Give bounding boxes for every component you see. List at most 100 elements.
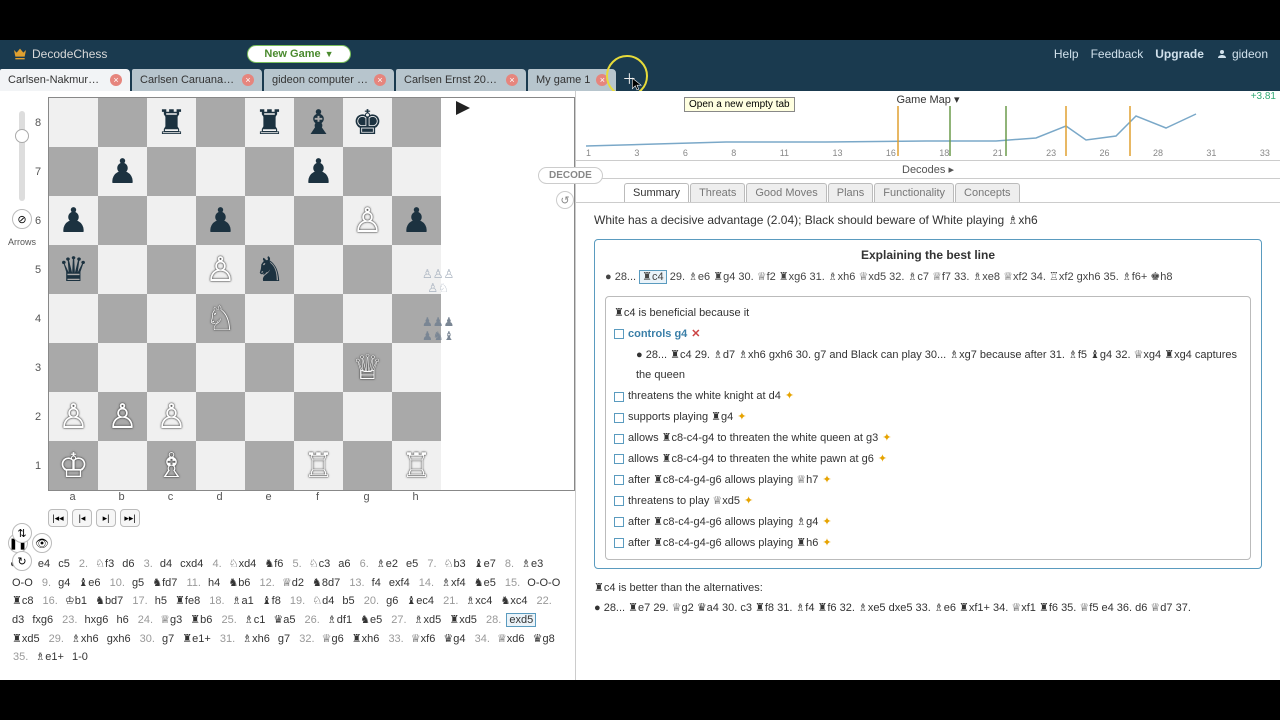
explain-bullet[interactable]: after ♜c8-c4-g4-g6 allows playing ♕h7 ✦: [614, 470, 1242, 491]
square-f8[interactable]: ♝: [294, 98, 343, 147]
analysis-tab-threats[interactable]: Threats: [690, 183, 745, 202]
square-b7[interactable]: ♟: [98, 147, 147, 196]
upgrade-link[interactable]: Upgrade: [1155, 47, 1204, 61]
square-d6[interactable]: ♟: [196, 196, 245, 245]
explain-bullet[interactable]: supports playing ♜g4 ✦: [614, 407, 1242, 428]
square-c5[interactable]: [147, 245, 196, 294]
close-icon[interactable]: ×: [242, 74, 254, 86]
square-a6[interactable]: ♟6: [49, 196, 98, 245]
game-tab[interactable]: gideon computer 2018...×: [264, 69, 394, 91]
square-d7[interactable]: [196, 147, 245, 196]
decodes-header[interactable]: Decodes ▸: [576, 161, 1280, 179]
square-b3[interactable]: [98, 343, 147, 392]
square-f6[interactable]: [294, 196, 343, 245]
analysis-tab-functionality[interactable]: Functionality: [874, 183, 954, 202]
square-a7[interactable]: 7: [49, 147, 98, 196]
square-g7[interactable]: [343, 147, 392, 196]
square-g2[interactable]: [343, 392, 392, 441]
square-a1[interactable]: ♔1: [49, 441, 98, 490]
explain-bullet[interactable]: threatens the white knight at d4 ✦: [614, 386, 1242, 407]
square-d1[interactable]: [196, 441, 245, 490]
square-e5[interactable]: ♞: [245, 245, 294, 294]
square-a5[interactable]: ♛5: [49, 245, 98, 294]
feedback-link[interactable]: Feedback: [1091, 47, 1144, 61]
square-h8[interactable]: [392, 98, 441, 147]
game-tab[interactable]: Carlsen Caruana 2018...×: [132, 69, 262, 91]
new-game-button[interactable]: New Game▼: [247, 45, 350, 63]
square-f1[interactable]: ♖: [294, 441, 343, 490]
square-g4[interactable]: [343, 294, 392, 343]
analysis-tab-summary[interactable]: Summary: [624, 183, 689, 202]
square-c6[interactable]: [147, 196, 196, 245]
bestline-moves[interactable]: ● 28... ♜c4 29. ♗e6 ♜g4 30. ♕f2 ♜xg6 31.…: [605, 268, 1251, 288]
square-b8[interactable]: [98, 98, 147, 147]
square-a2[interactable]: ♙2: [49, 392, 98, 441]
close-icon[interactable]: ×: [506, 74, 518, 86]
square-c4[interactable]: [147, 294, 196, 343]
square-c8[interactable]: ♜: [147, 98, 196, 147]
chess-board[interactable]: 8♜♜♝♚7♟♟♟6♟♙♟♛5♙♞4♘3♕♙2♙♙♔1♗♖♖: [48, 97, 575, 491]
square-a4[interactable]: 4: [49, 294, 98, 343]
square-a8[interactable]: 8: [49, 98, 98, 147]
user-menu[interactable]: gideon: [1216, 47, 1268, 61]
square-e3[interactable]: [245, 343, 294, 392]
explain-bullet[interactable]: threatens to play ♕xd5 ✦: [614, 491, 1242, 512]
explain-bullet[interactable]: allows ♜c8-c4-g4 to threaten the white q…: [614, 428, 1242, 449]
help-link[interactable]: Help: [1054, 47, 1079, 61]
arrow-slider[interactable]: [19, 111, 25, 201]
analysis-tab-plans[interactable]: Plans: [828, 183, 874, 202]
arrow-toggle[interactable]: ⊘: [12, 209, 32, 229]
square-d3[interactable]: [196, 343, 245, 392]
app-logo[interactable]: DecodeChess: [12, 46, 107, 62]
square-h7[interactable]: [392, 147, 441, 196]
square-b6[interactable]: [98, 196, 147, 245]
explain-bullet[interactable]: after ♜c8-c4-g4-g6 allows playing ♗g4 ✦: [614, 512, 1242, 533]
game-tab[interactable]: My game 1×: [528, 69, 616, 91]
square-d4[interactable]: ♘: [196, 294, 245, 343]
nav-first[interactable]: |◂◂: [48, 509, 68, 527]
flip-button[interactable]: ↻: [12, 551, 32, 571]
close-icon[interactable]: ×: [596, 74, 608, 86]
square-g8[interactable]: ♚: [343, 98, 392, 147]
game-tab[interactable]: Carlsen-Nakmura 201...×: [0, 69, 130, 91]
square-g3[interactable]: ♕: [343, 343, 392, 392]
square-e4[interactable]: [245, 294, 294, 343]
square-e8[interactable]: ♜: [245, 98, 294, 147]
square-h1[interactable]: ♖: [392, 441, 441, 490]
square-c1[interactable]: ♗: [147, 441, 196, 490]
nav-last[interactable]: ▸▸|: [120, 509, 140, 527]
explain-bullet[interactable]: allows ♜c8-c4-g4 to threaten the white p…: [614, 449, 1242, 470]
square-h6[interactable]: ♟: [392, 196, 441, 245]
square-a3[interactable]: 3: [49, 343, 98, 392]
square-b4[interactable]: [98, 294, 147, 343]
square-b1[interactable]: [98, 441, 147, 490]
square-b2[interactable]: ♙: [98, 392, 147, 441]
analysis-tab-concepts[interactable]: Concepts: [955, 183, 1019, 202]
square-f7[interactable]: ♟: [294, 147, 343, 196]
square-f2[interactable]: [294, 392, 343, 441]
square-d5[interactable]: ♙: [196, 245, 245, 294]
analysis-tab-good-moves[interactable]: Good Moves: [746, 183, 826, 202]
square-f5[interactable]: [294, 245, 343, 294]
square-f3[interactable]: [294, 343, 343, 392]
square-h2[interactable]: [392, 392, 441, 441]
nav-next[interactable]: ▸|: [96, 509, 116, 527]
swap-button[interactable]: ⇅: [12, 523, 32, 543]
square-c3[interactable]: [147, 343, 196, 392]
game-map[interactable]: Game Map ▾ +3.81 13681113161821232628313…: [576, 91, 1280, 161]
square-g1[interactable]: [343, 441, 392, 490]
square-h3[interactable]: [392, 343, 441, 392]
square-e6[interactable]: [245, 196, 294, 245]
square-e7[interactable]: [245, 147, 294, 196]
square-f4[interactable]: [294, 294, 343, 343]
decode-button[interactable]: DECODE: [538, 167, 603, 184]
square-c2[interactable]: ♙: [147, 392, 196, 441]
square-e1[interactable]: [245, 441, 294, 490]
close-icon[interactable]: ×: [374, 74, 386, 86]
moves-list[interactable]: ●1. e4 c5 2. ♘f3 d6 3. d4 cxd4 4. ♘xd4 ♞…: [8, 553, 571, 667]
nav-prev[interactable]: |◂: [72, 509, 92, 527]
square-b5[interactable]: [98, 245, 147, 294]
square-d2[interactable]: [196, 392, 245, 441]
square-g5[interactable]: [343, 245, 392, 294]
explain-bullet[interactable]: after ♜c8-c4-g4-g6 allows playing ♜h6 ✦: [614, 533, 1242, 554]
